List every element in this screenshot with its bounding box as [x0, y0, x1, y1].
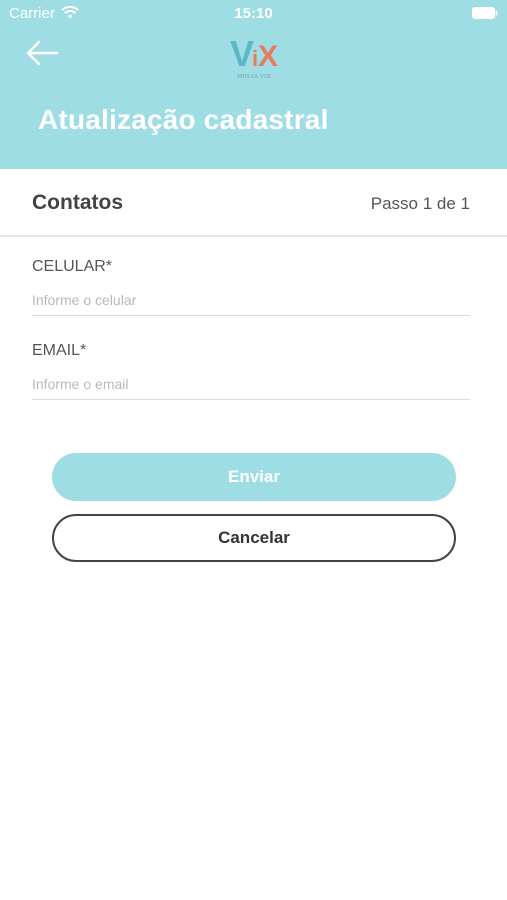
vix-logo: V i X MINAS VIX	[228, 30, 280, 80]
email-label: EMAIL*	[32, 342, 87, 359]
battery-icon	[472, 7, 498, 19]
section-title: Contatos	[32, 191, 123, 214]
celular-input[interactable]	[32, 285, 470, 316]
svg-text:MINAS VIX: MINAS VIX	[237, 73, 271, 80]
back-button[interactable]	[22, 36, 62, 70]
svg-text:V: V	[230, 33, 254, 74]
header-bar: Carrier 15:10 V i X MINAS VIX Atualizaçã…	[0, 0, 507, 169]
svg-text:X: X	[258, 40, 278, 73]
page-title: Atualização cadastral	[38, 104, 329, 135]
clock: 15:10	[234, 5, 273, 22]
arrow-left-icon	[26, 40, 59, 66]
celular-label: CELULAR*	[32, 258, 113, 275]
cancel-button[interactable]: Cancelar	[52, 514, 456, 562]
submit-button[interactable]: Enviar	[52, 453, 456, 501]
email-input[interactable]	[32, 369, 470, 400]
section-header: Contatos Passo 1 de 1	[0, 169, 507, 237]
step-indicator: Passo 1 de 1	[370, 194, 470, 213]
status-bar: Carrier 15:10	[0, 0, 507, 26]
